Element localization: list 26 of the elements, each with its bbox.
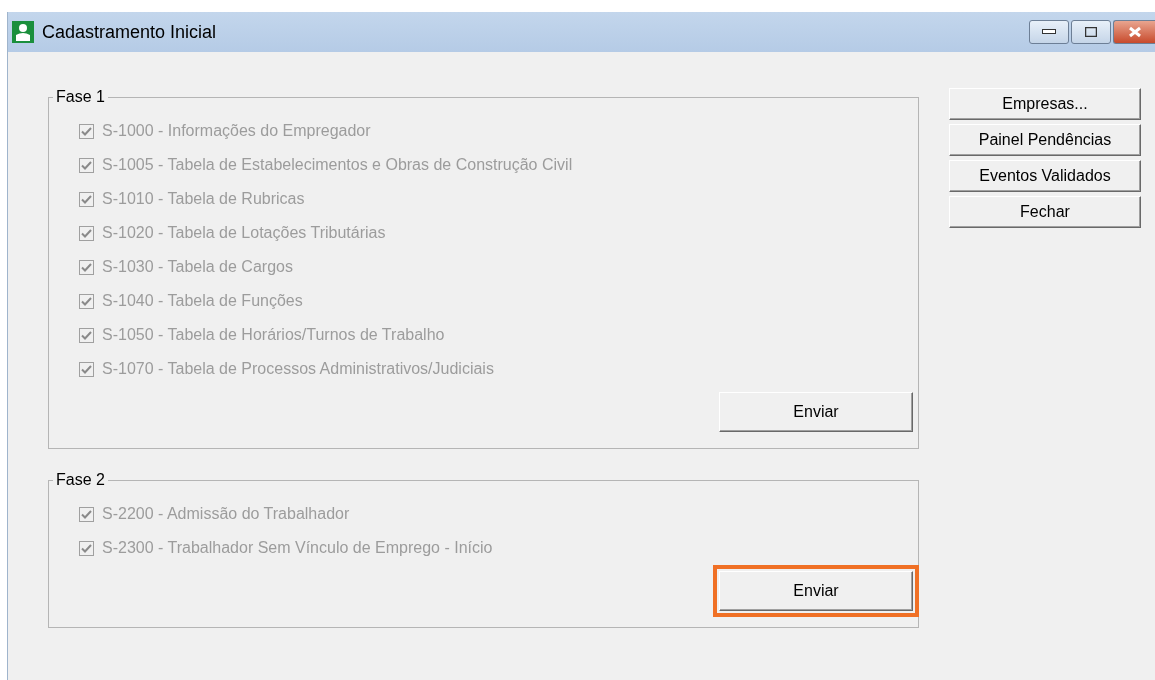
close-icon xyxy=(1127,26,1142,38)
checkbox-label: S-2200 - Admissão do Trabalhador xyxy=(102,505,350,523)
checkbox-label: S-1020 - Tabela de Lotações Tributárias xyxy=(102,224,386,242)
checkbox-label: S-1005 - Tabela de Estabelecimentos e Obras de Construção Civil xyxy=(102,156,573,174)
checkbox-label: S-1070 - Tabela de Processos Administrativos/Judiciais xyxy=(102,360,494,378)
side-button[interactable]: Painel Pendências xyxy=(949,124,1141,156)
side-button[interactable]: Empresas... xyxy=(949,88,1141,120)
maximize-icon xyxy=(1085,27,1097,37)
checkbox-label: S-1040 - Tabela de Funções xyxy=(102,292,303,310)
side-button[interactable]: Eventos Validados xyxy=(949,160,1141,192)
maximize-button[interactable] xyxy=(1071,20,1111,44)
group-title: Fase 2 xyxy=(55,471,106,489)
send-button[interactable]: Enviar xyxy=(719,571,913,611)
group-title: Fase 1 xyxy=(55,88,106,106)
window-title: Cadastramento Inicial xyxy=(42,21,217,43)
checkbox-label: S-1050 - Tabela de Horários/Turnos de Trabalho xyxy=(102,326,445,344)
checkbox-label: S-2300 - Trabalhador Sem Vínculo de Emprego - Início xyxy=(102,539,493,557)
person-icon xyxy=(12,21,34,43)
checkbox-label: S-1010 - Tabela de Rubricas xyxy=(102,190,305,208)
minimize-icon xyxy=(1042,29,1056,35)
checkbox-label: S-1000 - Informações do Empregador xyxy=(102,122,371,140)
close-button[interactable] xyxy=(1113,20,1155,44)
side-button[interactable]: Fechar xyxy=(949,196,1141,228)
minimize-button[interactable] xyxy=(1029,20,1069,44)
checkbox-label: S-1030 - Tabela de Cargos xyxy=(102,258,293,276)
send-button[interactable]: Enviar xyxy=(719,392,913,432)
